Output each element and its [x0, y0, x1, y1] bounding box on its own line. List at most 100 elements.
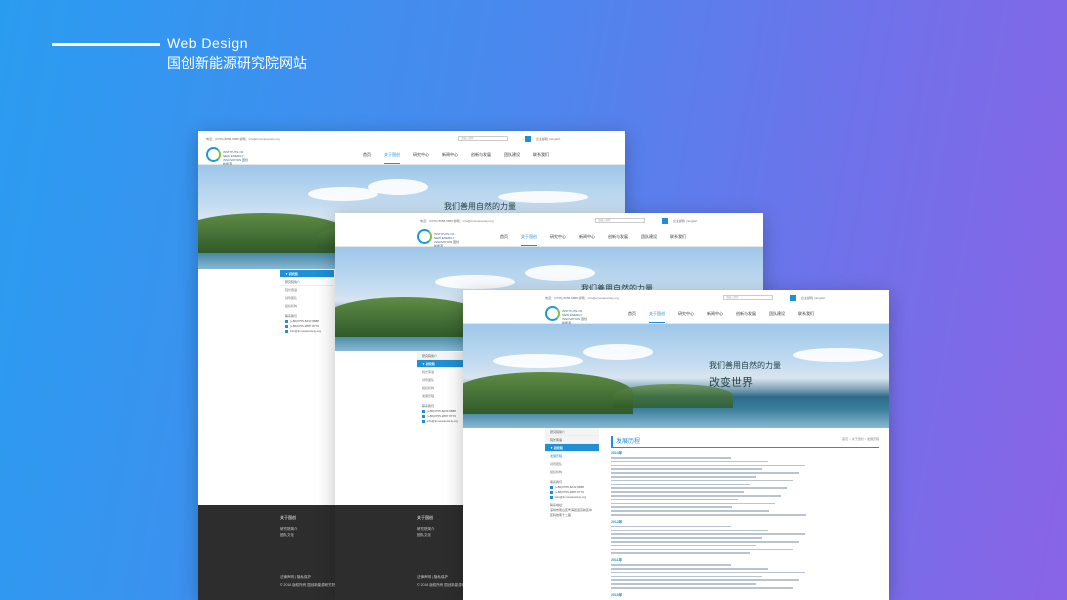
- nav-item-news[interactable]: 新闻中心: [707, 311, 723, 323]
- search-input[interactable]: 请输入搜索: [723, 295, 773, 300]
- mail-icon: [285, 329, 288, 333]
- timeline-line: [611, 551, 879, 555]
- site-logo-text: INSTITUTE OF NEW ENERGY INNOVATION 国创新能源: [562, 309, 588, 325]
- site-logo-icon[interactable]: [417, 229, 432, 244]
- nav-item-about[interactable]: 关于国创: [384, 152, 400, 164]
- footer-copyright: © 2016 版权所有 国创新能源研究院: [280, 583, 336, 587]
- contact-email: info@innovasociety.org: [285, 329, 329, 334]
- nav-item-team[interactable]: 团队建设: [504, 152, 520, 164]
- footer-link-culture[interactable]: 团队文化: [280, 533, 294, 538]
- search-input[interactable]: 请输入搜索: [595, 218, 645, 223]
- header-title: 国创新能源研究院网站: [167, 56, 307, 72]
- nav-item-research[interactable]: 研究中心: [678, 311, 694, 323]
- topbar-links[interactable]: 企业邮箱 | English: [536, 137, 560, 141]
- sidebar-contact: 联系我们 (+86)0755-8233 8888 (+86)0755-2887 …: [545, 476, 599, 522]
- mockup-page-front: 电话：(0755) 8888-8888 邮箱：info@innovasociet…: [463, 290, 889, 600]
- footer-legal[interactable]: 法律声明 | 隐私保护: [417, 575, 448, 580]
- sidebar-item-message[interactable]: 院长寄语: [280, 286, 334, 294]
- hero-banner: 我们善用自然的力量 改变世界: [463, 324, 889, 428]
- nav-item-about[interactable]: 关于国创: [649, 311, 665, 323]
- topbar-links[interactable]: 企业邮箱 | English: [801, 296, 825, 300]
- sidebar-item-history[interactable]: 发展历程: [545, 452, 599, 460]
- site-logo-icon[interactable]: [206, 147, 221, 162]
- site-navbar: INSTITUTE OF NEW ENERGY INNOVATION 国创新能源…: [463, 304, 889, 325]
- contact-email-text: info@innovasociety.org: [427, 419, 459, 423]
- timeline-line: [611, 586, 879, 590]
- hero-slogan: 我们善用自然的力量: [709, 361, 781, 370]
- footer-link-intro[interactable]: 研究院简介: [417, 527, 435, 532]
- contact-phone-text: (+86)0755-8233 8888: [427, 409, 456, 413]
- contact-fax-text: (+86)0755-2887 8770: [290, 324, 319, 328]
- sidebar: ▼ 研究院 研究院简介 院长寄语 领导团队 组织机构 联系我们 (+86)075…: [280, 270, 334, 338]
- mail-icon: [550, 495, 553, 499]
- nav-item-research[interactable]: 研究中心: [413, 152, 429, 164]
- main-nav: 首页 关于国创 研究中心 新闻中心 创新与发展 团队建设 联系我们: [363, 152, 549, 164]
- nav-item-research[interactable]: 研究中心: [550, 234, 566, 246]
- site-navbar: INSTITUTE OF NEW ENERGY INNOVATION 国创新能源…: [335, 227, 763, 248]
- sidebar-item-intro[interactable]: 研究院简介: [545, 428, 599, 436]
- contact-email-text: info@innovasociety.org: [555, 495, 587, 499]
- site-logo-text: INSTITUTE OF NEW ENERGY INNOVATION 国创新能源: [223, 150, 249, 166]
- sidebar-item-message[interactable]: 院长寄语: [545, 436, 599, 444]
- sidebar-contact: 联系我们 (+86)0755-8233 8888 (+86)0755-2887 …: [280, 310, 334, 338]
- main-nav: 首页 关于国创 研究中心 新闻中心 创新与发展 团队建设 联系我们: [628, 311, 814, 323]
- topbar-links[interactable]: 企业邮箱 | English: [673, 219, 697, 223]
- nav-item-innovation[interactable]: 创新与发展: [471, 152, 491, 164]
- fax-icon: [422, 414, 425, 418]
- search-icon[interactable]: [790, 295, 796, 301]
- contact-phone-text: (+86)0755-8233 8888: [555, 485, 584, 489]
- content-title: 发展历程 首页 > 关于国创 > 发展历程: [611, 436, 879, 448]
- sidebar-head[interactable]: ▼ 研究院: [280, 270, 334, 278]
- hero-slogan-2: 改变世界: [709, 376, 753, 389]
- sidebar-item-org[interactable]: 组织机构: [545, 468, 599, 476]
- nav-item-innovation[interactable]: 创新与发展: [736, 311, 756, 323]
- site-logo-icon[interactable]: [545, 306, 560, 321]
- nav-item-news[interactable]: 新闻中心: [442, 152, 458, 164]
- nav-item-home[interactable]: 首页: [500, 234, 508, 246]
- timeline-block-2: [611, 525, 879, 555]
- sidebar: 研究院简介 院长寄语 ▼ 研究院 发展历程 领导团队 组织机构 联系我们 (+8…: [545, 428, 599, 522]
- search-icon[interactable]: [662, 218, 668, 224]
- timeline-block-1: [611, 456, 879, 517]
- topbar-contact: 电话：(0755) 8888-8888 邮箱：info@innovasociet…: [206, 137, 280, 141]
- phone-icon: [422, 409, 425, 413]
- header-subtitle: Web Design: [167, 35, 249, 51]
- site-navbar: INSTITUTE OF NEW ENERGY INNOVATION 国创新能源…: [198, 145, 625, 166]
- footer-legal[interactable]: 法律声明 | 隐私保护: [280, 575, 311, 580]
- timeline-block-3: [611, 563, 879, 590]
- topbar-contact: 电话：(0755) 8888-8888 邮箱：info@innovasociet…: [545, 296, 619, 300]
- timeline-line: [611, 513, 879, 517]
- sidebar-item-leaders[interactable]: 领导团队: [545, 460, 599, 468]
- fax-icon: [285, 324, 288, 328]
- sidebar-head[interactable]: ▼ 研究院: [545, 444, 599, 452]
- contact-fax-text: (+86)0755-2887 8770: [555, 490, 584, 494]
- year-heading-4: 2010年: [611, 592, 623, 597]
- footer-title: 关于国创: [280, 515, 296, 520]
- mail-icon: [422, 419, 425, 423]
- footer-title: 关于国创: [417, 515, 433, 520]
- nav-item-home[interactable]: 首页: [363, 152, 371, 164]
- site-topbar: 电话：(0755) 8888-8888 邮箱：info@innovasociet…: [198, 131, 625, 145]
- nav-item-home[interactable]: 首页: [628, 311, 636, 323]
- search-input[interactable]: 请输入搜索: [458, 136, 508, 141]
- nav-item-about[interactable]: 关于国创: [521, 234, 537, 246]
- nav-item-innovation[interactable]: 创新与发展: [608, 234, 628, 246]
- nav-item-team[interactable]: 团队建设: [769, 311, 785, 323]
- hero-slogan: 我们善用自然的力量: [444, 202, 516, 211]
- search-icon[interactable]: [525, 136, 531, 142]
- nav-item-contact[interactable]: 联系我们: [533, 152, 549, 164]
- nav-item-team[interactable]: 团队建设: [641, 234, 657, 246]
- phone-icon: [550, 485, 553, 489]
- topbar-contact: 电话：(0755) 8888-8888 邮箱：info@innovasociet…: [420, 219, 494, 223]
- breadcrumb[interactable]: 首页 > 关于国创 > 发展历程: [842, 437, 879, 441]
- footer-link-intro[interactable]: 研究院简介: [280, 527, 298, 532]
- sidebar-item-intro[interactable]: 研究院简介: [280, 278, 334, 286]
- nav-item-news[interactable]: 新闻中心: [579, 234, 595, 246]
- nav-item-contact[interactable]: 联系我们: [670, 234, 686, 246]
- site-topbar: 电话：(0755) 8888-8888 邮箱：info@innovasociet…: [463, 290, 889, 304]
- address-text: 深圳市南山区粤海街道高新区中区科技南十二路: [550, 508, 593, 517]
- footer-link-culture[interactable]: 团队文化: [417, 533, 431, 538]
- nav-item-contact[interactable]: 联系我们: [798, 311, 814, 323]
- sidebar-item-org[interactable]: 组织机构: [280, 302, 334, 310]
- sidebar-item-leaders[interactable]: 领导团队: [280, 294, 334, 302]
